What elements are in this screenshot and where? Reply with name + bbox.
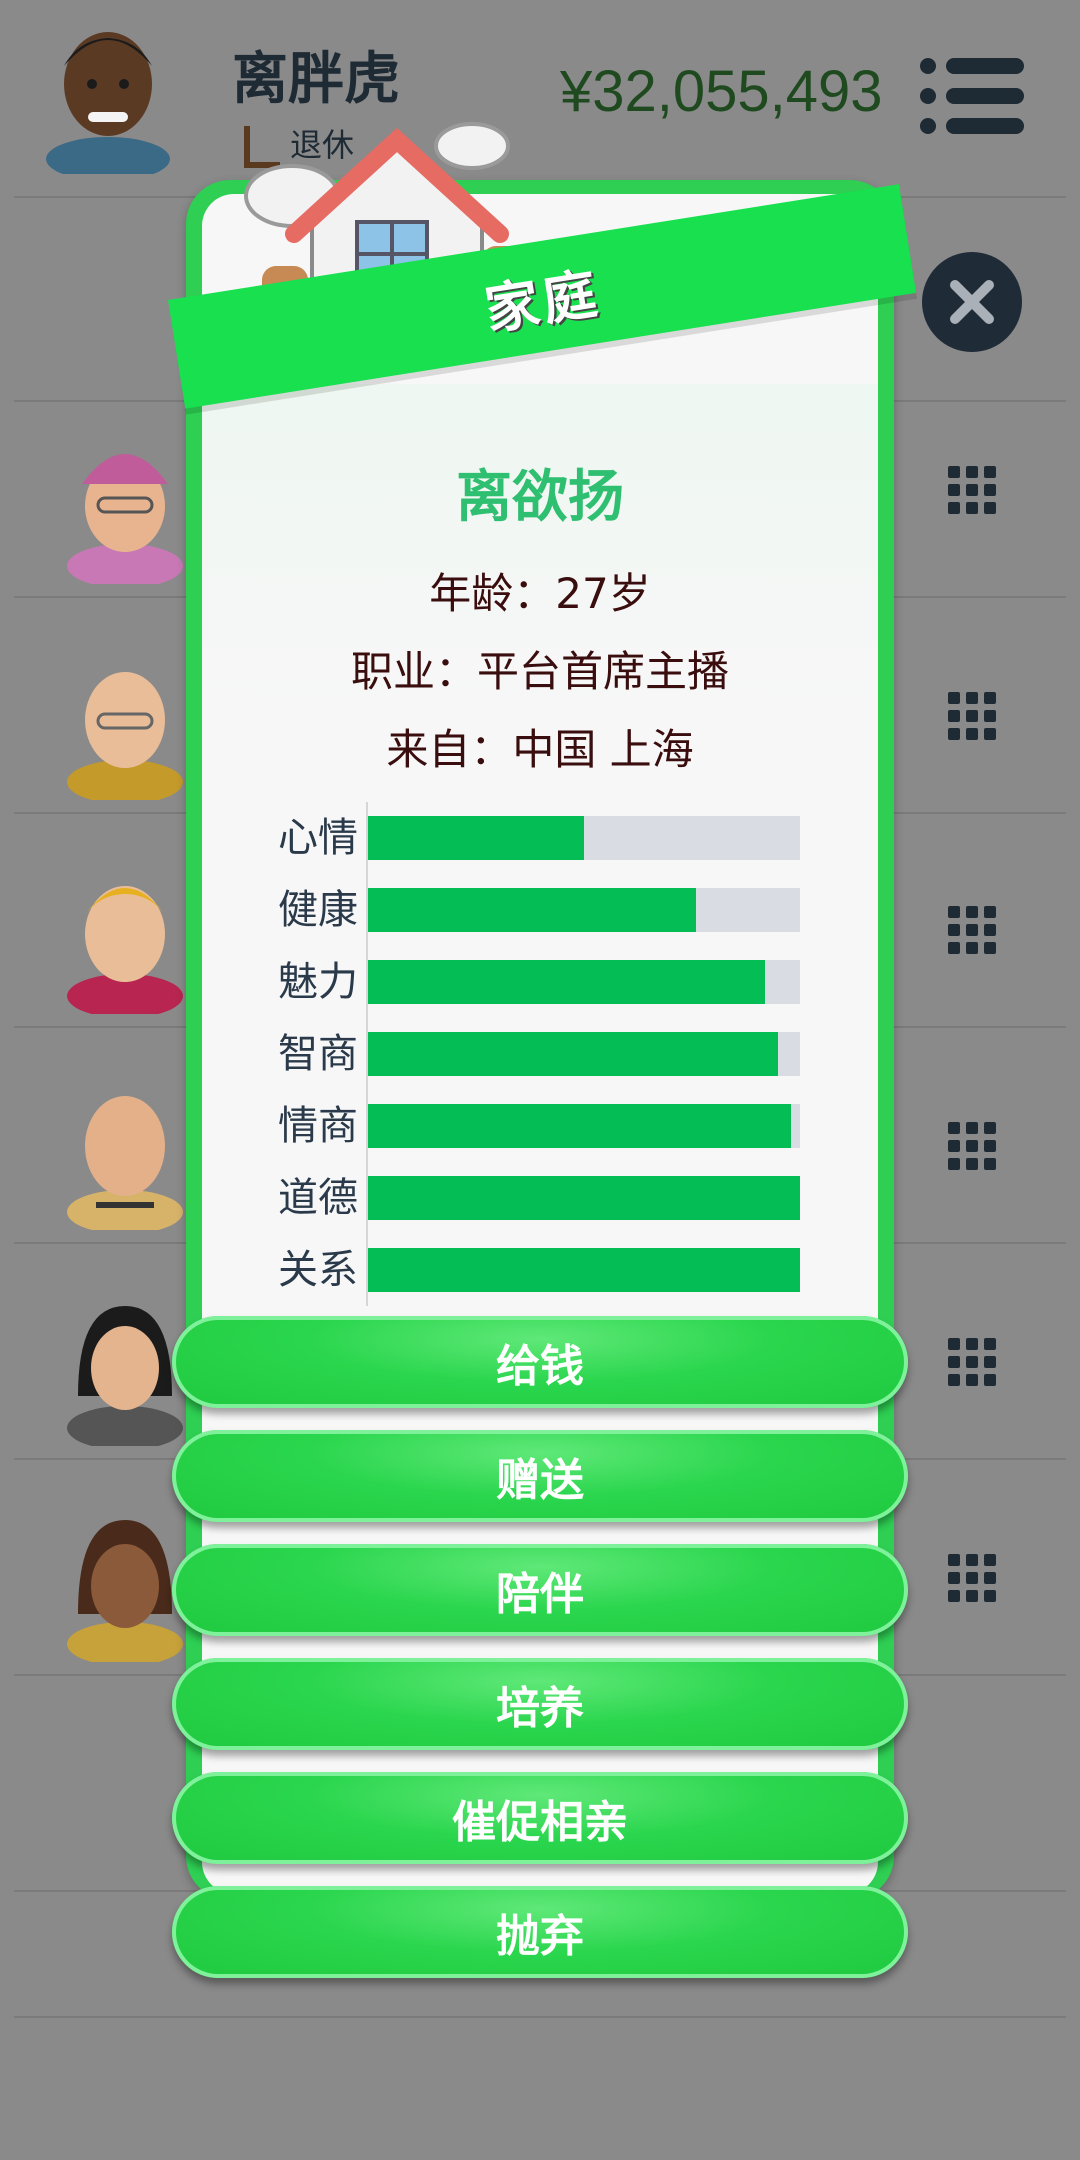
stat-bar (368, 1032, 800, 1076)
player-avatar[interactable] (38, 14, 178, 174)
close-icon (950, 280, 994, 324)
close-button[interactable] (922, 252, 1022, 352)
grid-icon[interactable] (948, 692, 996, 740)
stat-bar (368, 1104, 800, 1148)
money-display: ¥32,055,493 (560, 59, 883, 124)
stat-row-eq: 情商 (240, 1090, 800, 1162)
stat-bar-fill (368, 888, 697, 932)
avatar (67, 672, 183, 800)
menu-icon[interactable] (920, 56, 1024, 136)
gift-button[interactable]: 赠送 (172, 1430, 908, 1522)
stat-row-mood: 心情 (240, 802, 800, 874)
abandon-button[interactable]: 抛弃 (172, 1886, 908, 1978)
grid-icon[interactable] (948, 1554, 996, 1602)
stat-bar-fill (368, 1176, 800, 1220)
nurture-button[interactable]: 培养 (172, 1658, 908, 1750)
stat-row-health: 健康 (240, 874, 800, 946)
stat-bar (368, 888, 800, 932)
grid-icon[interactable] (948, 466, 996, 514)
stat-bar-fill (368, 960, 766, 1004)
stat-bar (368, 1248, 800, 1292)
stat-bar-fill (368, 1104, 792, 1148)
modal-title: 家庭 (480, 261, 606, 342)
avatar (67, 1520, 183, 1662)
stat-label: 智商 (278, 1031, 358, 1077)
avatar (67, 886, 183, 1014)
member-name: 离欲扬 (456, 465, 624, 530)
give-money-button[interactable]: 给钱 (172, 1316, 908, 1408)
member-origin: 来自：中国 上海 (386, 725, 694, 774)
member-job: 职业：平台首席主播 (350, 647, 729, 696)
stat-bar (368, 960, 800, 1004)
stat-label: 道德 (278, 1175, 358, 1221)
stat-row-charm: 魅力 (240, 946, 800, 1018)
stat-row-iq: 智商 (240, 1018, 800, 1090)
grid-icon[interactable] (948, 1122, 996, 1170)
avatar (67, 454, 183, 584)
accompany-button[interactable]: 陪伴 (172, 1544, 908, 1636)
stat-row-morality: 道德 (240, 1162, 800, 1234)
stat-bar-fill (368, 816, 584, 860)
stat-label: 情商 (278, 1103, 358, 1149)
stat-label: 关系 (278, 1247, 358, 1293)
grid-icon[interactable] (948, 906, 996, 954)
stat-label: 健康 (278, 887, 358, 933)
stat-label: 心情 (278, 815, 358, 861)
stat-bar (368, 816, 800, 860)
stat-label: 魅力 (278, 959, 358, 1005)
divider (14, 2016, 1066, 2018)
member-age: 年龄：27岁 (429, 569, 651, 618)
stat-row-relation: 关系 (240, 1234, 800, 1306)
stat-bar-fill (368, 1248, 800, 1292)
player-name: 离胖虎 (232, 47, 400, 112)
avatar (67, 1096, 183, 1230)
urge-blind-date-button[interactable]: 催促相亲 (172, 1772, 908, 1864)
stat-bar-fill (368, 1032, 779, 1076)
stat-bar (368, 1176, 800, 1220)
grid-icon[interactable] (948, 1338, 996, 1386)
avatar (67, 1306, 183, 1446)
